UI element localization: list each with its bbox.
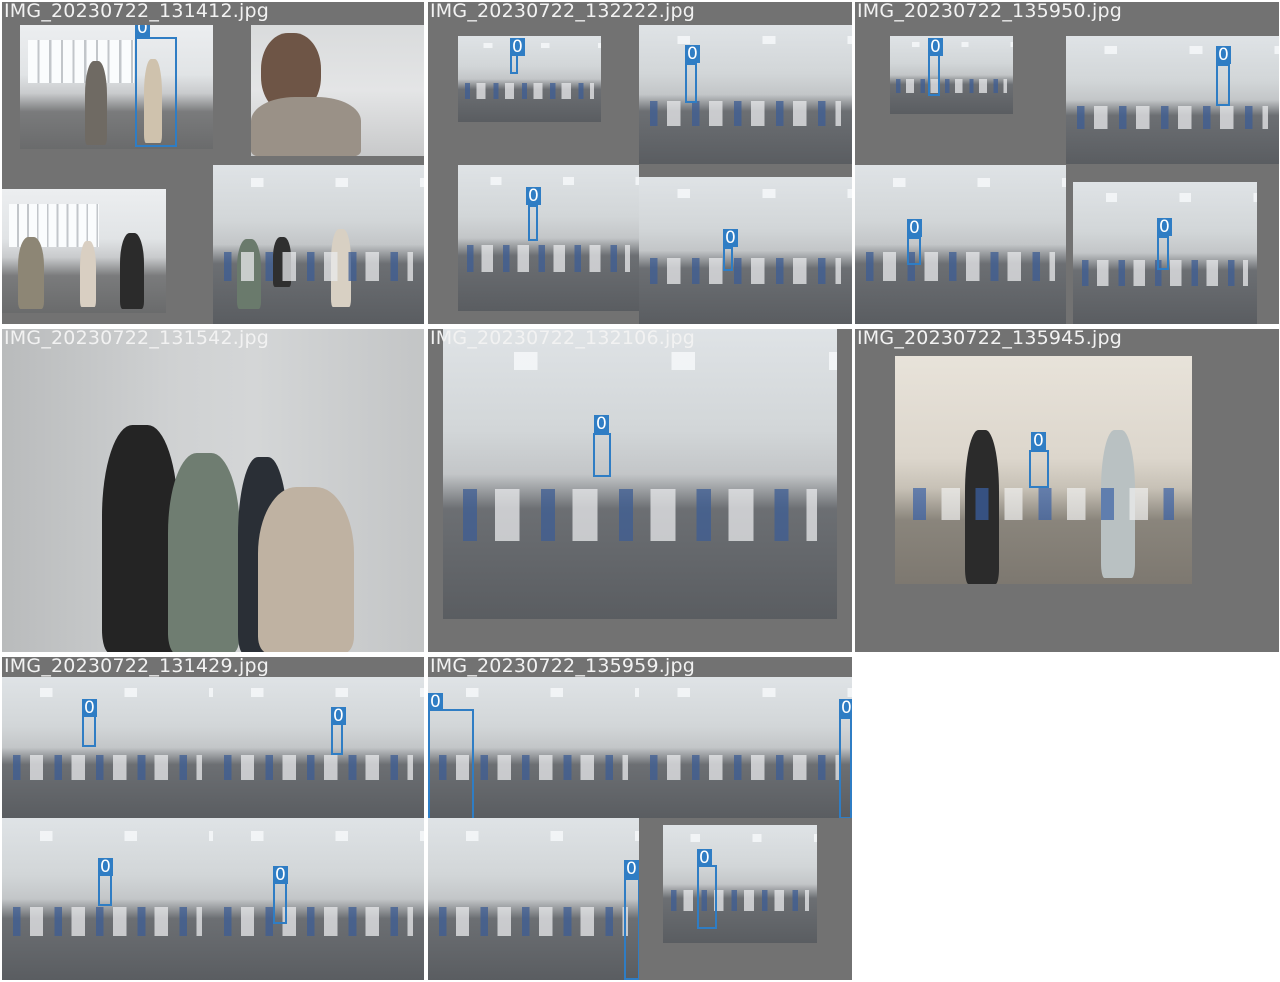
detection-box — [928, 54, 940, 96]
photo-quadrant: 0 — [895, 356, 1192, 584]
image-filename: IMG_20230722_131412.jpg — [4, 2, 269, 22]
image-filename: IMG_20230722_131542.jpg — [4, 329, 269, 349]
photo-quadrant: 0 — [639, 177, 852, 324]
detection-class-label: 0 — [839, 698, 852, 718]
person — [18, 237, 44, 309]
detection-box — [685, 63, 697, 103]
detection-box — [428, 709, 474, 818]
detection-box — [839, 717, 852, 818]
photo-quadrant: 0 — [639, 25, 852, 164]
detection-box — [907, 237, 921, 265]
detection-class-label: 0 — [331, 706, 346, 726]
detection-class-label: 0 — [697, 848, 712, 868]
detection-box — [82, 715, 96, 747]
image-filename: IMG_20230722_132106.jpg — [430, 329, 695, 349]
mosaic-tile[interactable]: 0 IMG_20230722_135945.jpg — [855, 329, 1279, 652]
person — [965, 430, 999, 584]
detection-class-label: 0 — [98, 857, 113, 877]
mosaic-tile[interactable]: 0 0 0 0 IMG_20230722_135959.jpg — [428, 657, 852, 980]
image-filename: IMG_20230722_135950.jpg — [857, 2, 1122, 22]
detection-class-label: 0 — [1157, 217, 1172, 237]
person — [273, 237, 291, 287]
photo-quadrant: 0 — [890, 36, 1013, 114]
detection-box — [624, 878, 639, 980]
mosaic-tile[interactable]: 0 IMG_20230722_131412.jpg — [2, 2, 424, 324]
mosaic-tile[interactable]: 0 0 0 0 IMG_20230722_132222.jpg — [428, 2, 852, 324]
person — [331, 229, 351, 307]
photo-quadrant — [251, 25, 424, 156]
photo-quadrant: 0 — [428, 818, 639, 980]
photo-quadrant: 0 — [1066, 36, 1279, 164]
person — [102, 425, 178, 652]
detection-class-label: 0 — [428, 692, 443, 712]
person — [80, 241, 96, 307]
detection-box — [1029, 450, 1049, 488]
photo-quadrant: 0 — [639, 677, 852, 818]
mosaic-tile[interactable]: 0 IMG_20230722_132106.jpg — [428, 329, 852, 652]
photo-quadrant: 0 — [458, 36, 601, 122]
photo-quadrant — [2, 189, 166, 313]
detection-class-label: 0 — [1216, 45, 1231, 65]
detection-class-label: 0 — [723, 228, 738, 248]
photo-quadrant: 0 — [2, 818, 213, 980]
photo-quadrant: 0 — [213, 818, 424, 980]
detection-class-label: 0 — [526, 186, 541, 206]
photo-quadrant: 0 — [855, 165, 1066, 324]
image-filename: IMG_20230722_131429.jpg — [4, 657, 269, 677]
detection-box — [723, 247, 733, 271]
photo-quadrant: 0 — [458, 165, 639, 311]
detection-box — [98, 874, 112, 906]
detection-box — [593, 433, 611, 477]
mosaic-tile[interactable]: 0 0 0 0 IMG_20230722_131429.jpg — [2, 657, 424, 980]
person — [120, 233, 144, 309]
mosaic-tile[interactable]: IMG_20230722_131542.jpg — [2, 329, 424, 652]
photo-quadrant: 0 — [443, 329, 837, 619]
detection-box — [135, 37, 177, 147]
detection-box — [528, 205, 538, 241]
detection-box — [273, 882, 287, 924]
photo-quadrant: 0 — [213, 677, 424, 818]
detection-class-label: 0 — [135, 25, 150, 37]
photo-quadrant — [213, 165, 424, 324]
detection-box — [1216, 64, 1230, 106]
image-filename: IMG_20230722_135959.jpg — [430, 657, 695, 677]
photo-quadrant: 0 — [1073, 182, 1257, 324]
photo-quadrant: 0 — [20, 25, 213, 149]
detection-class-label: 0 — [594, 414, 609, 434]
person — [237, 239, 261, 309]
detection-class-label: 0 — [907, 218, 922, 238]
photo-quadrant: 0 — [663, 825, 817, 943]
person — [168, 453, 240, 652]
person — [258, 487, 354, 652]
detection-class-label: 0 — [273, 865, 288, 885]
photo-quadrant — [2, 329, 424, 652]
detection-box — [1157, 236, 1169, 270]
photo-quadrant: 0 — [428, 677, 639, 818]
detection-class-label: 0 — [624, 859, 639, 879]
person — [251, 97, 361, 156]
person — [1101, 430, 1135, 578]
photo-quadrant: 0 — [2, 677, 213, 818]
detection-class-label: 0 — [928, 37, 943, 57]
detection-box — [331, 721, 343, 755]
detection-class-label: 0 — [1031, 431, 1046, 451]
image-filename: IMG_20230722_132222.jpg — [430, 2, 695, 22]
detection-class-label: 0 — [510, 37, 525, 57]
mosaic-tile[interactable]: 0 0 0 0 IMG_20230722_135950.jpg — [855, 2, 1279, 324]
detection-class-label: 0 — [685, 44, 700, 64]
person — [85, 61, 107, 145]
image-filename: IMG_20230722_135945.jpg — [857, 329, 1122, 349]
detection-box — [697, 865, 717, 929]
detection-class-label: 0 — [82, 698, 97, 718]
